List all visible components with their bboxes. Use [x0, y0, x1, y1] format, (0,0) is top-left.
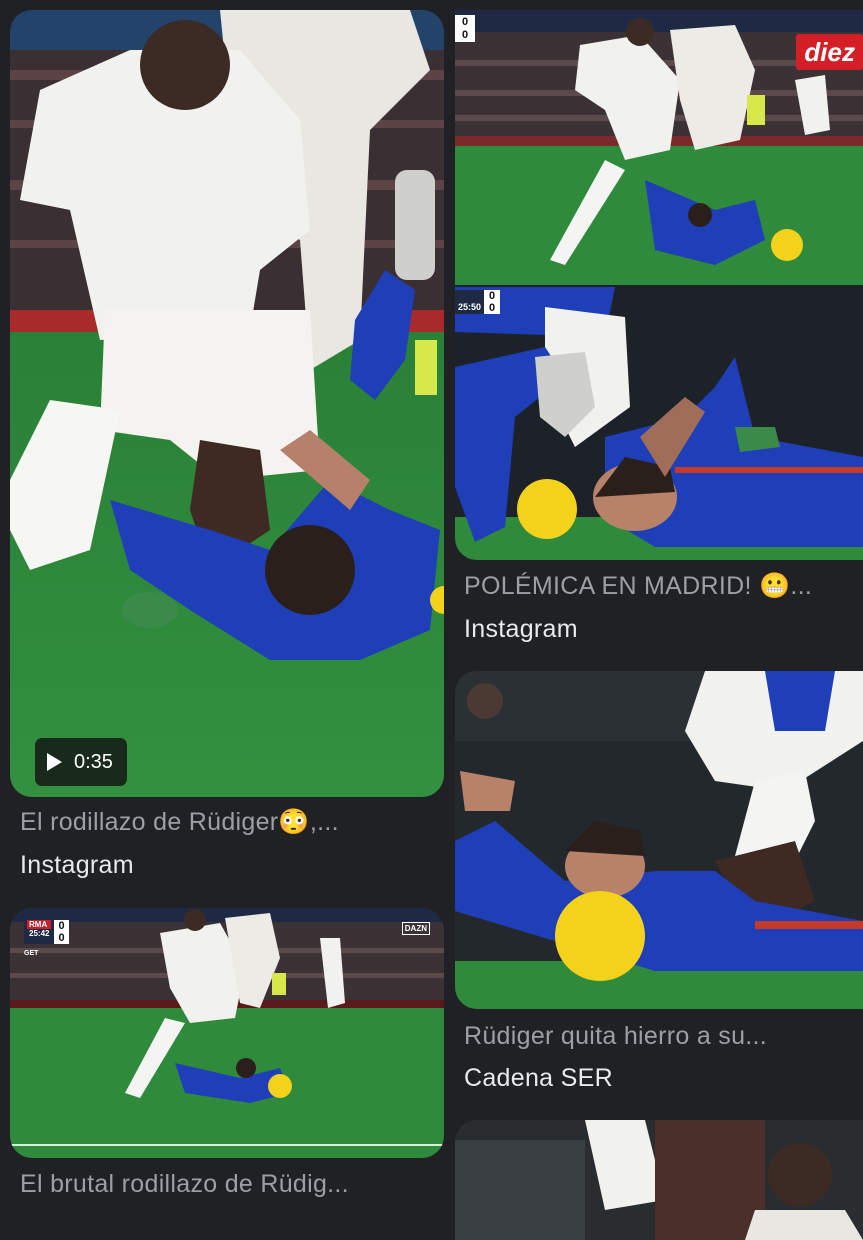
rudiger-portrait-scene — [455, 1120, 863, 1240]
video-duration-badge: 0:35 — [35, 738, 127, 786]
result-thumbnail-6[interactable] — [455, 1120, 863, 1240]
score-away: 0 — [489, 302, 496, 314]
tackle-scene-closeup — [10, 10, 444, 797]
player-on-ground-closeup — [455, 287, 863, 560]
result-thumbnail-4[interactable] — [455, 671, 863, 1009]
result-source-4[interactable]: Cadena SER — [464, 1064, 613, 1093]
result-thumbnail-5[interactable]: RMA 25:42 0 0 GET DAZN — [10, 908, 444, 1158]
scoreboard: 25:50 0 0 — [455, 290, 501, 314]
scoreboard: 0 0 — [455, 15, 476, 42]
result-title-3[interactable]: POLÉMICA EN MADRID! 😬... — [464, 572, 863, 601]
match-time: 25:50 — [455, 290, 485, 314]
rudiger-on-player-closeup — [455, 671, 863, 1009]
score-home: 0 — [58, 920, 65, 932]
play-icon — [47, 753, 62, 771]
result-title-4[interactable]: Rüdiger quita hierro a su... — [464, 1022, 863, 1051]
away-team: GET — [24, 950, 39, 957]
home-team: RMA — [27, 920, 52, 929]
scoreboard: RMA 25:42 0 0 GET — [24, 920, 69, 957]
result-title-1[interactable]: El rodillazo de Rüdiger😳,... — [20, 808, 440, 837]
tackle-scene-broadcast — [10, 908, 444, 1158]
result-thumbnail-3[interactable]: 25:50 0 0 — [455, 287, 863, 560]
score-away: 0 — [58, 932, 65, 944]
match-time: 25:42 — [29, 929, 50, 938]
result-title-5[interactable]: El brutal rodillazo de Rüdig... — [20, 1170, 440, 1199]
result-thumbnail-2[interactable]: 0 0 diez — [455, 10, 863, 285]
score-home: 0 — [489, 290, 496, 302]
result-source-1[interactable]: Instagram — [20, 851, 134, 880]
score-away: 0 — [456, 29, 475, 41]
diez-logo: diez — [796, 34, 863, 70]
score-home: 0 — [456, 16, 475, 28]
result-thumbnail-1[interactable]: 0:35 — [10, 10, 444, 797]
video-duration: 0:35 — [74, 750, 113, 773]
result-source-3[interactable]: Instagram — [464, 615, 578, 644]
dazn-logo: DAZN — [401, 922, 430, 935]
